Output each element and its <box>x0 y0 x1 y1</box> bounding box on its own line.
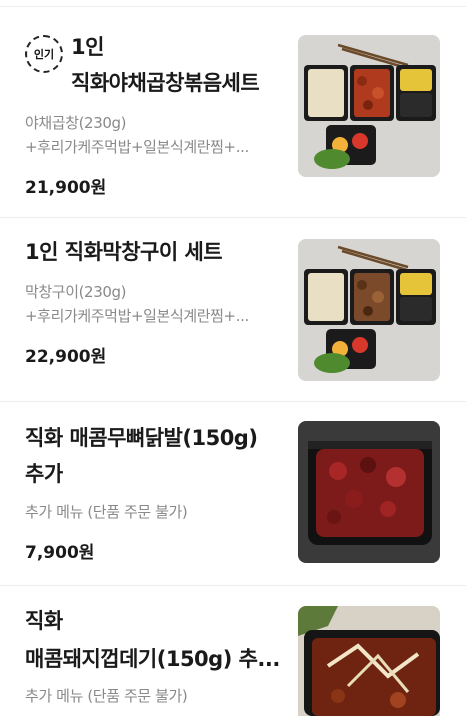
menu-item-yachae-gopchang-set[interactable]: 인기 1인 직화야채곱창볶음세트 야채곱창(230g) +후리가케주먹밥+일본식… <box>0 7 466 218</box>
food-thumbnail[interactable] <box>298 606 440 716</box>
food-thumbnail[interactable] <box>298 239 440 381</box>
kkeopdegi-image <box>298 606 440 716</box>
title-row: 인기 1인 직화야채곱창볶음세트 <box>25 29 291 101</box>
food-thumbnail[interactable] <box>298 35 440 177</box>
menu-list: 인기 1인 직화야채곱창볶음세트 야채곱창(230g) +후리가케주먹밥+일본식… <box>0 7 466 716</box>
menu-item-dakbal-addon[interactable]: 직화 매콤무뼈닭발(150g) 추가 추가 메뉴 (단품 주문 불가) 7,90… <box>0 402 466 586</box>
menu-item-info: 직화 매콤돼지껍데기(150g) 추... 추가 메뉴 (단품 주문 불가) <box>25 602 291 708</box>
dakbal-image <box>298 421 440 563</box>
menu-item-description: 막창구이(230g) +후리가케주먹밥+일본식계란찜+... <box>25 280 291 328</box>
menu-item-title: 1인 직화야채곱창볶음세트 <box>71 35 260 95</box>
desc-line: +후리가케주먹밥+일본식계란찜+... <box>25 307 249 325</box>
menu-item-info: 1인 직화막창구이 세트 막창구이(230g) +후리가케주먹밥+일본식계란찜+… <box>25 234 291 367</box>
menu-item-info: 직화 매콤무뼈닭발(150g) 추가 추가 메뉴 (단품 주문 불가) 7,90… <box>25 420 291 563</box>
title-line: 직화 <box>25 609 63 633</box>
menu-item-info: 인기 1인 직화야채곱창볶음세트 야채곱창(230g) +후리가케주먹밥+일본식… <box>25 29 291 198</box>
title-line: 매콤돼지껍데기(150g) 추... <box>25 647 280 671</box>
desc-line: 막창구이(230g) <box>25 283 127 301</box>
top-divider <box>0 0 466 7</box>
menu-item-title: 직화 매콤무뼈닭발(150g) 추가 <box>25 426 258 486</box>
menu-item-description: 야채곱창(230g) +후리가케주먹밥+일본식계란찜+... <box>25 111 291 159</box>
menu-item-title: 1인 직화막창구이 세트 <box>25 240 223 264</box>
menu-item-description: 추가 메뉴 (단품 주문 불가) <box>25 684 291 708</box>
popular-badge: 인기 <box>25 35 63 73</box>
gopchang-set-image <box>298 35 440 177</box>
menu-item-price: 7,900원 <box>25 543 95 563</box>
menu-item-title: 직화 매콤돼지껍데기(150g) 추... <box>25 602 291 678</box>
menu-item-description: 추가 메뉴 (단품 주문 불가) <box>25 500 291 524</box>
menu-item-makchang-gui-set[interactable]: 1인 직화막창구이 세트 막창구이(230g) +후리가케주먹밥+일본식계란찜+… <box>0 218 466 402</box>
desc-line: +후리가케주먹밥+일본식계란찜+... <box>25 138 249 156</box>
desc-line: 추가 메뉴 (단품 주문 불가) <box>25 687 188 705</box>
desc-line: 추가 메뉴 (단품 주문 불가) <box>25 503 188 521</box>
desc-line: 야채곱창(230g) <box>25 114 127 132</box>
menu-item-dwaeji-kkeopdegi-addon[interactable]: 직화 매콤돼지껍데기(150g) 추... 추가 메뉴 (단품 주문 불가) <box>0 586 466 716</box>
menu-item-price: 22,900원 <box>25 347 107 367</box>
menu-item-price: 21,900원 <box>25 178 107 198</box>
food-thumbnail[interactable] <box>298 421 440 563</box>
makchang-set-image <box>298 239 440 381</box>
